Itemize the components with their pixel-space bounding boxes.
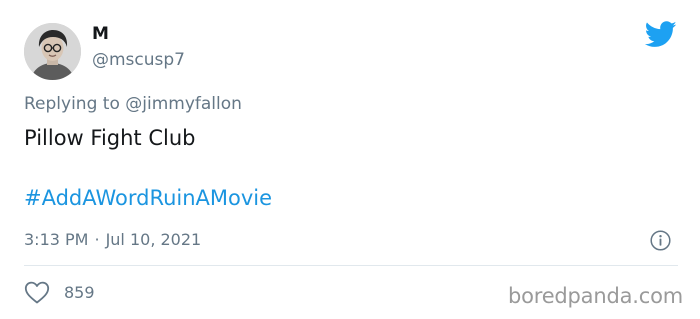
display-name[interactable]: M xyxy=(92,24,109,44)
hashtag-link[interactable]: #AddAWordRuinAMovie xyxy=(24,186,272,210)
tweet-text: Pillow Fight Club xyxy=(24,126,196,150)
like-count: 859 xyxy=(64,282,95,302)
reply-prefix: Replying to xyxy=(24,94,120,114)
avatar-image xyxy=(24,23,81,80)
watermark: boredpanda.com xyxy=(507,284,683,308)
tweet-card: M @mscusp7 Replying to @jimmyfallon Pill… xyxy=(0,0,700,319)
reply-mention-link[interactable]: @jimmyfallon xyxy=(125,94,242,114)
avatar[interactable] xyxy=(24,23,81,80)
timestamp-separator: · xyxy=(94,230,100,249)
twitter-bird-icon[interactable] xyxy=(644,21,677,48)
like-button[interactable]: 859 xyxy=(24,280,95,304)
user-handle[interactable]: @mscusp7 xyxy=(92,50,185,70)
heart-outline-icon xyxy=(24,281,50,304)
divider xyxy=(24,265,678,266)
info-circle-icon[interactable] xyxy=(650,230,671,251)
tweet-time: 3:13 PM xyxy=(24,230,89,249)
tweet-date: Jul 10, 2021 xyxy=(105,230,202,249)
reply-context: Replying to @jimmyfallon xyxy=(24,94,242,114)
tweet-timestamp[interactable]: 3:13 PM · Jul 10, 2021 xyxy=(24,230,201,249)
